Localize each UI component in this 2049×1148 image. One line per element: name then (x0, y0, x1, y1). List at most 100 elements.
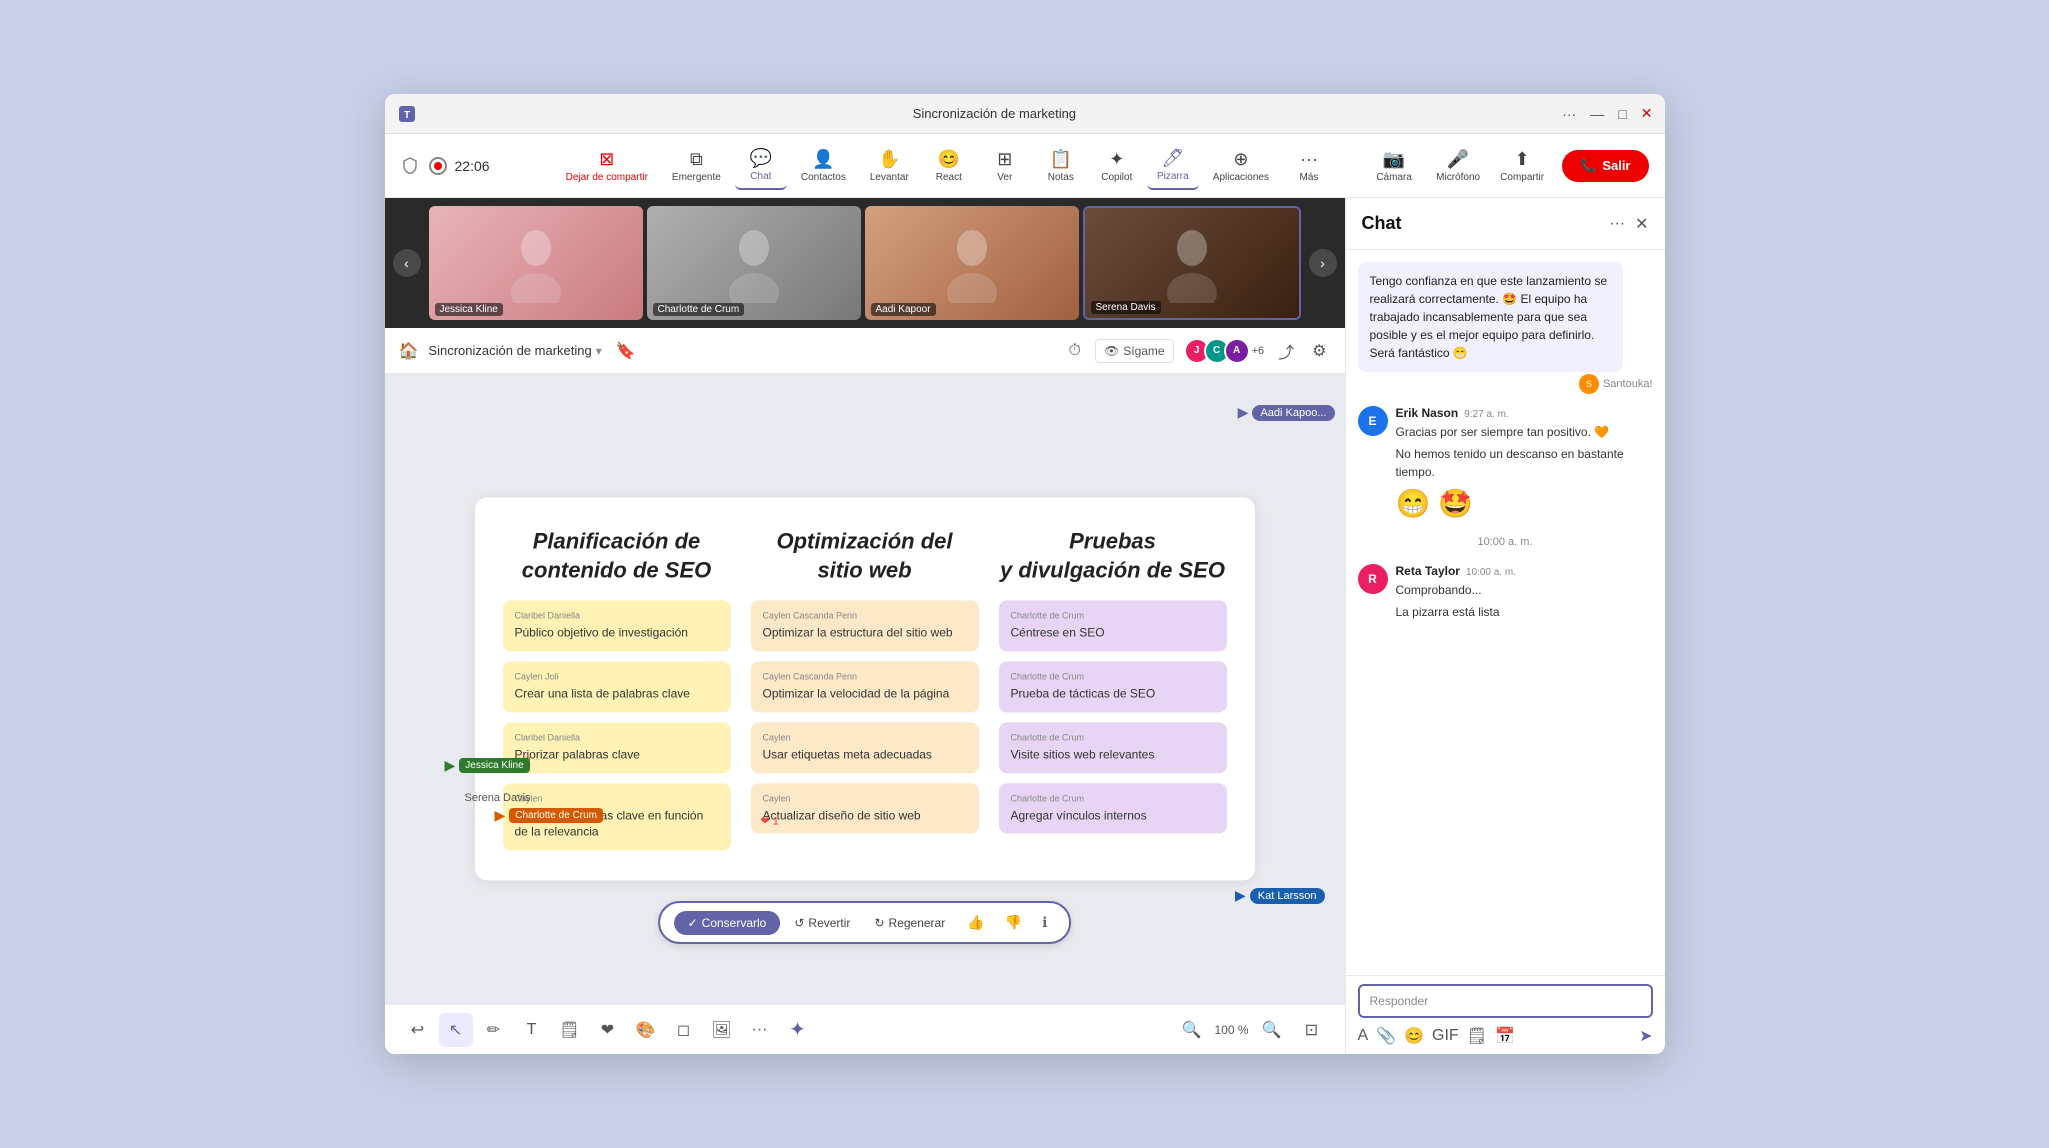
contactos-icon: 👤 (812, 149, 834, 170)
attach-icon[interactable]: 📎 (1376, 1026, 1396, 1046)
image-btn[interactable]: 🖼 (705, 1013, 739, 1047)
clock-icon[interactable]: ⏱ (1065, 338, 1085, 364)
card-2-3-tag: Caylen (763, 732, 967, 742)
card-3-4: Charlotte de Crum Agregar vínculos inter… (999, 783, 1227, 834)
pizarra-btn[interactable]: 🖊 Pizarra (1147, 142, 1199, 190)
ai-thumb-down-btn[interactable]: 👎 (997, 909, 1030, 936)
chat-more-icon[interactable]: ··· (1609, 215, 1625, 233)
column-seo-testing: Pruebasy divulgación de SEO Charlotte de… (999, 527, 1227, 850)
ai-save-btn[interactable]: ✓ Conservarlo (674, 911, 781, 935)
reta-msg-text-2: La pizarra está lista (1396, 603, 1653, 621)
meeting-toolbar: 22:06 ⊠ Dejar de compartir ⧉ Emergente 💬… (385, 134, 1665, 198)
heart-btn[interactable]: ❤ (591, 1013, 625, 1047)
ai-thumb-up-btn[interactable]: 👍 (959, 909, 992, 936)
erik-time: 9:27 a. m. (1464, 409, 1508, 420)
maximize-icon[interactable]: □ (1618, 106, 1626, 122)
chat-header-icons: ··· ✕ (1609, 214, 1648, 234)
sigame-btn[interactable]: 👁 Sígame (1095, 339, 1174, 363)
video-next-btn[interactable]: › (1309, 249, 1337, 277)
whiteboard-canvas[interactable]: Planificación decontenido de SEO Claribe… (385, 374, 1345, 1004)
charlotte-name: Charlotte de Crum (653, 303, 745, 316)
card-2-3: Caylen Usar etiquetas meta adecuadas (751, 722, 979, 773)
contactos-btn[interactable]: 👤 Contactos (791, 143, 856, 189)
send-btn[interactable]: ➤ (1639, 1026, 1652, 1046)
avatar-3: A (1224, 338, 1250, 364)
color-btn[interactable]: 🎨 (629, 1013, 663, 1047)
window-title: Sincronización de marketing (427, 106, 1563, 121)
card-2-4: Caylen Actualizar diseño de sitio web ❤ … (751, 783, 979, 834)
stop-share-btn[interactable]: ⊠ Dejar de compartir (556, 143, 658, 189)
window-controls: ··· — □ ✕ (1562, 105, 1652, 122)
emoji-icon[interactable]: 😊 (1404, 1026, 1424, 1046)
eye-icon: 👁 (1104, 344, 1119, 358)
camara-btn[interactable]: 📷 Cámara (1370, 149, 1418, 183)
zoom-in-btn[interactable]: 🔍 (1255, 1013, 1289, 1047)
card-1-2-text: Crear una lista de palabras clave (515, 685, 719, 702)
cursor-kat: ▶ Kat Larsson (1235, 887, 1324, 904)
teams-logo: T (397, 104, 417, 124)
card-1-2-tag: Caylen Joli (515, 671, 719, 681)
card-2-1-tag: Caylen Cascanda Penn (763, 611, 967, 621)
chat-btn[interactable]: 💬 Chat (735, 142, 787, 190)
shield-icon (401, 156, 421, 176)
video-prev-btn[interactable]: ‹ (393, 249, 421, 277)
fit-to-screen-btn[interactable]: ⊡ (1295, 1013, 1329, 1047)
more-tools-btn[interactable]: ··· (743, 1013, 777, 1047)
mas-btn[interactable]: ··· Más (1283, 143, 1335, 189)
card-3-2-tag: Charlotte de Crum (1011, 671, 1215, 681)
card-3-4-text: Agregar vínculos internos (1011, 807, 1215, 824)
text-btn[interactable]: T (515, 1013, 549, 1047)
leave-meeting-btn[interactable]: 📞 Salir (1562, 150, 1648, 182)
home-icon[interactable]: 🏠 (399, 341, 419, 361)
chat-panel: Chat ··· ✕ Tengo confianza en que este l… (1345, 198, 1665, 1054)
ver-btn[interactable]: ⊞ Ver (979, 143, 1031, 189)
copilot-btn[interactable]: ✦ Copilot (1091, 143, 1143, 189)
undo-btn[interactable]: ↩ (401, 1013, 435, 1047)
levantar-label: Levantar (870, 172, 909, 183)
shape-btn[interactable]: ◻ (667, 1013, 701, 1047)
share-icon[interactable]: ⤴ (1274, 335, 1298, 367)
pen-btn[interactable]: ✏ (477, 1013, 511, 1047)
minimize-icon[interactable]: — (1590, 106, 1604, 122)
chat-label: Chat (750, 171, 771, 182)
video-thumb-serena: Serena Davis (1083, 206, 1301, 320)
title-bar: T Sincronización de marketing ··· — □ ✕ (385, 94, 1665, 134)
chat-reply-input[interactable]: Responder (1358, 984, 1653, 1018)
sticky-note-btn[interactable]: 🗒 (553, 1013, 587, 1047)
erik-msg-header: Erik Nason 9:27 a. m. (1396, 406, 1653, 420)
select-btn[interactable]: ↖ (439, 1013, 473, 1047)
close-icon[interactable]: ✕ (1641, 105, 1653, 122)
chat-close-icon[interactable]: ✕ (1635, 214, 1648, 234)
card-3-2: Charlotte de Crum Prueba de tácticas de … (999, 661, 1227, 712)
react-btn[interactable]: 😊 React (923, 143, 975, 189)
levantar-btn[interactable]: ✋ Levantar (860, 143, 919, 189)
compartir-btn[interactable]: ⬆ Compartir (1498, 149, 1546, 183)
gif-icon[interactable]: GIF (1432, 1027, 1459, 1045)
pizarra-icon: 🖊 (1161, 148, 1184, 169)
notas-btn[interactable]: 📋 Notas (1035, 143, 1087, 189)
format-text-icon[interactable]: A (1358, 1027, 1369, 1045)
cursor-name-kat: Kat Larsson (1250, 888, 1325, 904)
chat-icon: 💬 (750, 148, 772, 169)
bookmark-icon[interactable]: 🔖 (612, 337, 640, 365)
ai-revert-btn[interactable]: ↺ Revertir (784, 911, 860, 935)
emoji-monocle: 🤩 (1438, 487, 1473, 520)
notas-icon: 📋 (1050, 149, 1072, 170)
sticker-icon[interactable]: 🗒 (1467, 1026, 1487, 1046)
record-indicator (429, 157, 447, 175)
aplicaciones-btn[interactable]: ⊕ Aplicaciones (1203, 143, 1279, 189)
emergente-btn[interactable]: ⧉ Emergente (662, 143, 731, 189)
card-3-2-text: Prueba de tácticas de SEO (1011, 685, 1215, 702)
more-options-icon[interactable]: ··· (1562, 106, 1576, 122)
leave-phone-icon: 📞 (1580, 158, 1596, 174)
ai-regenerate-btn[interactable]: ↻ Regenerar (864, 911, 955, 935)
chat-msg-erik: E Erik Nason 9:27 a. m. Gracias por ser … (1358, 406, 1653, 520)
copilot-wb-btn[interactable]: ✦ (781, 1013, 815, 1047)
settings-icon[interactable]: ⚙ (1308, 337, 1330, 365)
zoom-out-btn[interactable]: 🔍 (1174, 1013, 1208, 1047)
microfono-btn[interactable]: 🎤 Micrófono (1434, 149, 1482, 183)
schedule-icon[interactable]: 📅 (1495, 1026, 1515, 1046)
card-3-1-tag: Charlotte de Crum (1011, 611, 1215, 621)
card-2-4-heart: ❤ 1 (761, 815, 779, 828)
ai-info-btn[interactable]: ℹ (1034, 909, 1055, 936)
